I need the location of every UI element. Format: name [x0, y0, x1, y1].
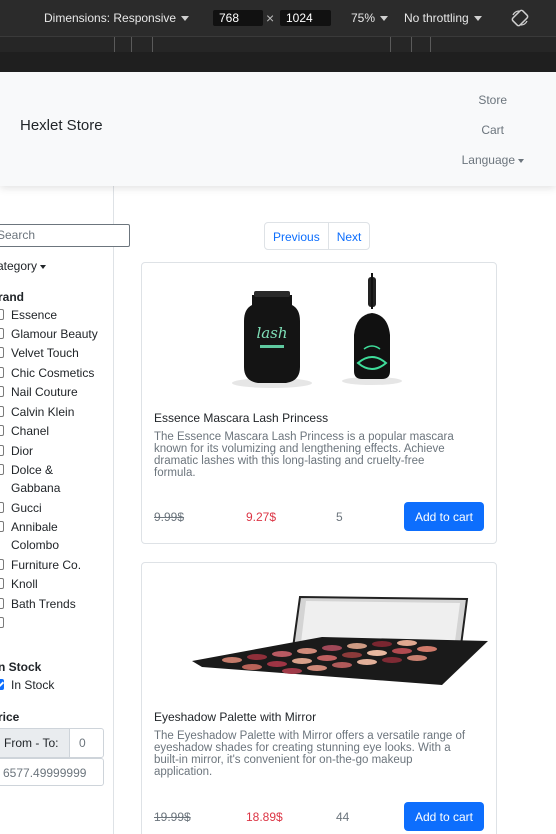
dimensions-label: Dimensions: Responsive — [44, 11, 177, 25]
product-card: lash Essence Mascara Lash Princess The E… — [141, 262, 497, 544]
checkbox[interactable] — [0, 617, 4, 628]
language-label: Language — [461, 153, 515, 167]
search-input[interactable]: Search — [0, 224, 130, 247]
filter-sidebar: Search ategory rand Essence Glamour Beau… — [0, 186, 130, 834]
stock-filter-title: n Stock — [0, 660, 42, 674]
checkbox[interactable] — [0, 598, 4, 609]
nav-cart-link[interactable]: Cart — [481, 123, 504, 137]
brand-label: Dolce & Gabbana — [11, 461, 111, 497]
checkbox[interactable] — [0, 367, 4, 378]
description-line: built-in mirror, it's convenient for on-… — [154, 754, 413, 766]
media-query-ruler — [0, 36, 556, 53]
brand-label: Calvin Klein — [11, 405, 75, 419]
price-filter-title: rice — [0, 710, 20, 724]
brand-label-line: Colombo — [11, 538, 60, 552]
brand-filter-title: rand — [0, 290, 25, 304]
checkbox[interactable] — [0, 578, 4, 589]
price-min-input[interactable]: 0 — [79, 736, 86, 750]
zoom-dropdown[interactable]: 75% — [351, 11, 389, 25]
checkbox[interactable] — [0, 386, 4, 397]
height-input[interactable]: 1024 — [280, 10, 331, 26]
pagination: Previous Next — [264, 222, 371, 250]
description-line: eyeshadow shades for creating stunning e… — [154, 742, 451, 754]
checkbox[interactable] — [0, 521, 4, 532]
brand-label: Dior — [11, 444, 34, 458]
brand-link[interactable]: Hexlet Store — [20, 117, 103, 134]
checkbox[interactable] — [0, 347, 4, 358]
checkbox[interactable] — [0, 502, 4, 513]
checkbox[interactable] — [0, 328, 4, 339]
product-title[interactable]: Eyeshadow Palette with Mirror — [154, 710, 316, 724]
price-range-label: From - To: — [0, 729, 70, 757]
brand-label: Knoll — [11, 577, 38, 591]
checkbox[interactable] — [0, 406, 4, 417]
brand-label: Nail Couture — [11, 385, 78, 399]
category-dropdown[interactable]: ategory — [0, 259, 47, 273]
checkbox[interactable] — [0, 309, 4, 320]
chevron-down-icon — [473, 16, 482, 22]
add-to-cart-button[interactable]: Add to cart — [404, 802, 484, 831]
viewport-gutter — [0, 52, 556, 72]
stock-quantity: 44 — [336, 810, 350, 824]
add-to-cart-button[interactable]: Add to cart — [404, 502, 484, 531]
brand-label-line: Dolce & — [11, 463, 54, 477]
chevron-down-icon — [380, 16, 389, 22]
devtools-toolbar: Dimensions: Responsive 768 × 1024 75% No… — [0, 0, 556, 36]
product-image: lash — [232, 273, 402, 388]
brand-label: Chanel — [11, 424, 50, 438]
product-title[interactable]: Essence Mascara Lash Princess — [154, 411, 328, 425]
checkbox[interactable] — [0, 445, 4, 456]
product-description: The Eyeshadow Palette with Mirror offers… — [154, 730, 484, 778]
zoom-label: 75% — [351, 11, 376, 25]
brand-label-line: Annibale — [11, 520, 58, 534]
caret-down-icon — [518, 158, 524, 163]
svg-text:lash: lash — [256, 324, 287, 342]
product-card: Eyeshadow Palette with Mirror The Eyesha… — [141, 562, 497, 834]
stock-quantity: 5 — [336, 510, 343, 524]
nav-store-link[interactable]: Store — [478, 93, 507, 107]
brand-label: Annibale Colombo — [11, 518, 111, 554]
brand-label: Glamour Beauty — [11, 327, 98, 341]
brand-label: Velvet Touch — [11, 346, 79, 360]
language-dropdown[interactable]: Language — [462, 153, 524, 167]
in-stock-label: In Stock — [11, 678, 55, 692]
dimensions-dropdown[interactable]: Dimensions: Responsive — [44, 11, 190, 25]
product-image — [192, 595, 488, 685]
navbar: Hexlet Store Store Cart Language — [0, 72, 556, 186]
brand-label: Furniture Co. — [11, 558, 82, 572]
old-price: 19.99$ — [154, 810, 191, 824]
throttle-label: No throttling — [404, 11, 469, 25]
throttle-dropdown[interactable]: No throttling — [404, 11, 482, 25]
previous-page-button[interactable]: Previous — [265, 223, 328, 249]
chevron-down-icon — [181, 16, 190, 22]
checkbox[interactable] — [0, 464, 4, 475]
brand-label: Bath Trends — [11, 597, 76, 611]
old-price: 9.99$ — [154, 510, 185, 524]
brand-label: Essence — [11, 308, 58, 322]
description-line: The Essence Mascara Lash Princess is a p… — [154, 431, 454, 443]
brand-label: Chic Cosmetics — [11, 366, 95, 380]
rotate-icon[interactable] — [511, 9, 529, 27]
checkbox[interactable] — [0, 425, 4, 436]
description-line: application. — [154, 766, 213, 778]
brand-label-line: Gabbana — [11, 481, 61, 495]
brand-label: Gucci — [11, 501, 42, 515]
next-page-button[interactable]: Next — [327, 223, 370, 249]
price-min-group: From - To: 0 — [0, 728, 104, 758]
description-line: known for its volumizing and lengthening… — [154, 443, 445, 455]
caret-down-icon — [40, 264, 47, 269]
description-line: formula. — [154, 467, 196, 479]
sale-price: 18.89$ — [246, 810, 283, 824]
store-page: Hexlet Store Store Cart Language Search … — [0, 72, 556, 834]
checkbox[interactable] — [0, 559, 4, 570]
description-line: dramatic lashes with this long-lasting a… — [154, 455, 425, 467]
category-label: ategory — [0, 259, 38, 273]
price-max-input[interactable]: 6577.49999999 — [0, 758, 104, 786]
product-description: The Essence Mascara Lash Princess is a p… — [154, 431, 484, 479]
times-label: × — [266, 10, 275, 26]
sale-price: 9.27$ — [246, 510, 277, 524]
width-input[interactable]: 768 — [213, 10, 263, 26]
checkbox-checked[interactable] — [0, 679, 4, 690]
description-line: The Eyeshadow Palette with Mirror offers… — [154, 730, 466, 742]
